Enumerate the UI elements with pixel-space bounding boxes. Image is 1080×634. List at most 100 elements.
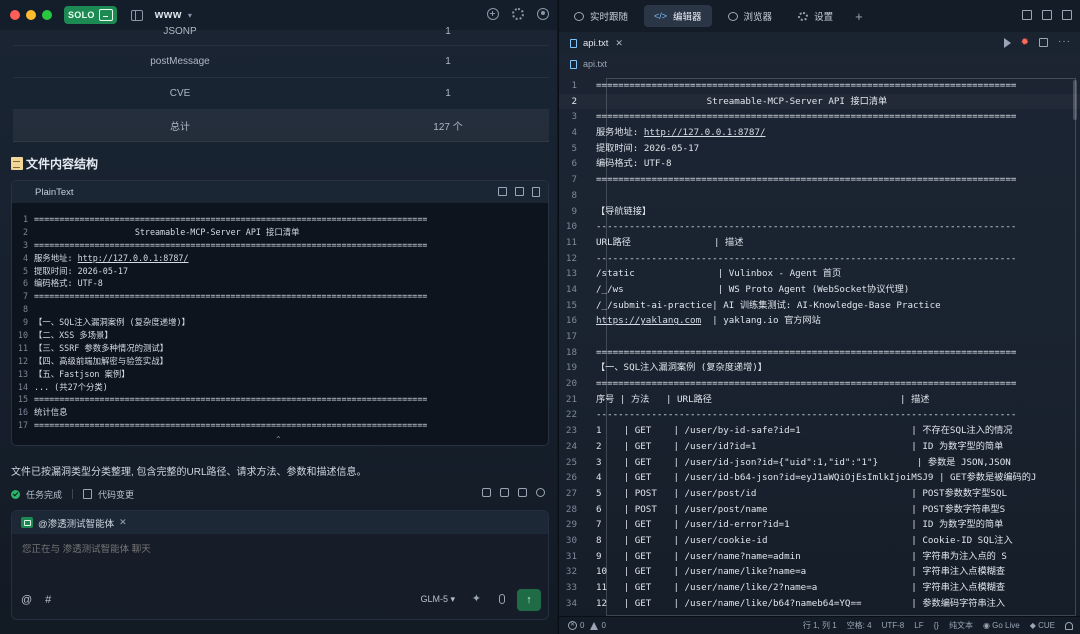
line-number[interactable]: 22: [559, 407, 596, 423]
line-number[interactable]: 28: [559, 502, 596, 518]
line-number[interactable]: 9: [559, 204, 596, 220]
breadcrumb-file[interactable]: api.txt: [583, 59, 607, 69]
url-link[interactable]: http://127.0.0.1:8787/: [644, 125, 766, 141]
line-number[interactable]: 17: [559, 329, 596, 345]
line-number[interactable]: 25: [559, 455, 596, 471]
line-number[interactable]: 15: [12, 393, 34, 406]
line-number[interactable]: 7: [12, 290, 34, 303]
maximize-icon[interactable]: [1062, 10, 1072, 20]
line-number[interactable]: 12: [559, 251, 596, 267]
line-number[interactable]: 15: [559, 298, 596, 314]
line-number[interactable]: 11: [559, 235, 596, 251]
cursor-position[interactable]: 行 1, 列 1: [803, 620, 837, 631]
line-number[interactable]: 3: [559, 109, 596, 125]
line-number[interactable]: 18: [559, 345, 596, 361]
line-number[interactable]: 1: [559, 78, 596, 94]
tab-browser[interactable]: 浏览器: [718, 5, 783, 27]
language-mode[interactable]: 纯文本: [949, 620, 973, 631]
line-number[interactable]: 9: [12, 316, 34, 329]
run-icon[interactable]: [1003, 38, 1011, 48]
line-number[interactable]: 4: [559, 125, 596, 141]
chevron-up-icon[interactable]: ⌃: [275, 435, 282, 444]
line-number[interactable]: 21: [559, 392, 596, 408]
agent-selector[interactable]: @渗透测试智能体 ✕: [12, 511, 548, 534]
close-icon[interactable]: ✕: [615, 38, 623, 49]
model-selector[interactable]: GLM-5 ▾: [420, 594, 455, 605]
line-number[interactable]: 31: [559, 549, 596, 565]
line-number[interactable]: 2: [559, 94, 596, 110]
code-changes-link[interactable]: 代码变更: [98, 488, 134, 501]
cue-button[interactable]: ◆ CUE: [1030, 621, 1055, 630]
send-button[interactable]: ↑: [517, 589, 541, 611]
file-icon[interactable]: [532, 187, 540, 197]
bell-icon[interactable]: [1065, 621, 1073, 630]
line-number[interactable]: 8: [559, 188, 596, 204]
line-number[interactable]: 14: [12, 381, 34, 394]
line-number[interactable]: 14: [559, 282, 596, 298]
warning-count[interactable]: 0: [601, 621, 605, 630]
line-number[interactable]: 4: [12, 252, 34, 265]
tab-settings[interactable]: 设置: [788, 5, 843, 27]
debug-icon[interactable]: ✹: [1021, 38, 1029, 48]
line-number[interactable]: 10: [12, 329, 34, 342]
braces-icon[interactable]: {}: [934, 621, 939, 630]
line-number[interactable]: 2: [12, 226, 34, 239]
indentation[interactable]: 空格: 4: [847, 620, 872, 631]
line-number[interactable]: 19: [559, 360, 596, 376]
go-live-button[interactable]: ◉ Go Live: [983, 621, 1020, 630]
line-number[interactable]: 11: [12, 342, 34, 355]
line-number[interactable]: 7: [559, 172, 596, 188]
code-editor[interactable]: 1 =======================================…: [559, 78, 1080, 616]
mention-button[interactable]: @: [21, 594, 32, 606]
context-button[interactable]: #: [45, 594, 51, 606]
thumbs-down-icon[interactable]: [500, 488, 509, 497]
insert-icon[interactable]: [515, 187, 524, 196]
line-number[interactable]: 5: [559, 141, 596, 157]
line-number[interactable]: 24: [559, 439, 596, 455]
line-number[interactable]: 29: [559, 517, 596, 533]
file-tab-api-txt[interactable]: api.txt: [583, 38, 608, 49]
line-number[interactable]: 32: [559, 564, 596, 580]
line-number[interactable]: 6: [559, 156, 596, 172]
layout-bottom-icon[interactable]: [1022, 10, 1032, 20]
tab-follow[interactable]: 实时跟随: [564, 5, 638, 27]
tab-editor[interactable]: </> 编辑器: [644, 5, 712, 27]
warning-icon[interactable]: [590, 621, 599, 630]
error-count[interactable]: 0: [580, 621, 584, 630]
thumbs-up-icon[interactable]: [482, 488, 491, 497]
vertical-scrollbar[interactable]: [1073, 80, 1077, 120]
line-number[interactable]: 34: [559, 596, 596, 612]
line-number[interactable]: 13: [12, 368, 34, 381]
line-number[interactable]: 3: [12, 239, 34, 252]
line-number[interactable]: 13: [559, 266, 596, 282]
chat-input[interactable]: [22, 544, 522, 555]
line-number[interactable]: 1: [12, 213, 34, 226]
line-number[interactable]: 16: [12, 406, 34, 419]
line-number[interactable]: 30: [559, 533, 596, 549]
line-number[interactable]: 8: [12, 303, 34, 316]
retry-icon[interactable]: [536, 488, 545, 497]
add-tab-icon[interactable]: +: [855, 9, 863, 24]
line-number[interactable]: 12: [12, 355, 34, 368]
error-icon[interactable]: ✕: [568, 621, 577, 630]
sparkle-icon[interactable]: ✦: [472, 592, 481, 605]
line-number[interactable]: 27: [559, 486, 596, 502]
line-number[interactable]: 5: [12, 265, 34, 278]
line-number[interactable]: 6: [12, 277, 34, 290]
url-link[interactable]: https://yaklang.com: [596, 313, 701, 329]
line-number[interactable]: 10: [559, 219, 596, 235]
line-ending[interactable]: LF: [914, 621, 923, 630]
layout-sidebar-icon[interactable]: [1042, 10, 1052, 20]
line-number[interactable]: 23: [559, 423, 596, 439]
line-number[interactable]: 17: [12, 419, 34, 432]
encoding[interactable]: UTF-8: [882, 621, 905, 630]
microphone-icon[interactable]: [499, 594, 505, 604]
line-number[interactable]: 26: [559, 470, 596, 486]
line-number[interactable]: 20: [559, 376, 596, 392]
copy-icon[interactable]: [498, 187, 507, 196]
more-icon[interactable]: ···: [1058, 37, 1071, 48]
split-editor-icon[interactable]: [1039, 38, 1048, 47]
copy-icon[interactable]: [518, 488, 527, 497]
line-number[interactable]: 33: [559, 580, 596, 596]
url-link[interactable]: http://127.0.0.1:8787/: [78, 252, 189, 265]
